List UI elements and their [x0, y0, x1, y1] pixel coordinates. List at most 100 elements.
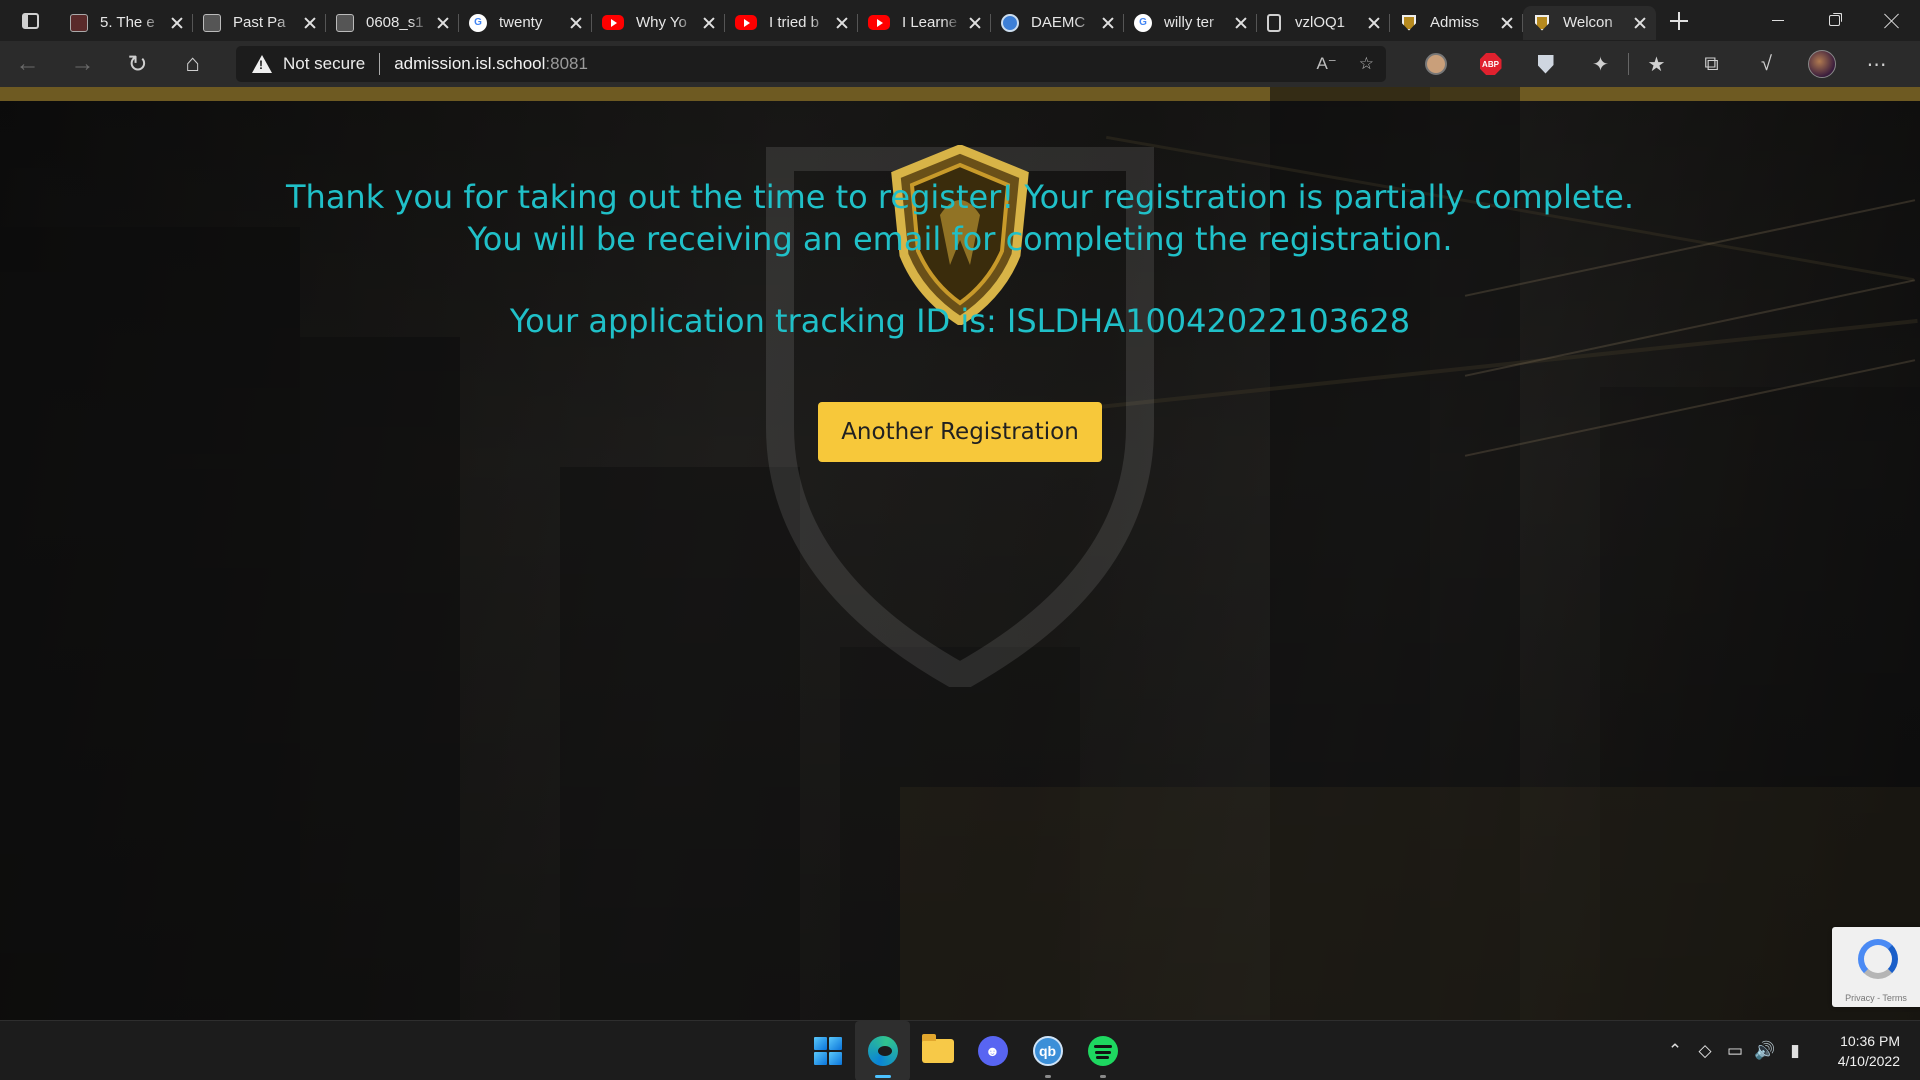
battery-button[interactable]: ▮ [1780, 1021, 1810, 1080]
home-button[interactable]: ⌂ [165, 41, 220, 87]
tab[interactable]: Why Yo [592, 6, 725, 40]
network-icon: ▭ [1726, 1041, 1744, 1060]
youtube-icon [735, 15, 757, 30]
tracking-id-text: Your application tracking ID is: ISLDHA1… [509, 302, 1411, 340]
tab[interactable]: Admiss [1390, 6, 1523, 40]
tab-close-icon[interactable] [1233, 15, 1249, 31]
adblock-icon: ABP [1479, 53, 1502, 75]
taskbar-file-explorer[interactable] [910, 1021, 965, 1080]
another-registration-button[interactable]: Another Registration [818, 402, 1102, 462]
youtube-icon [868, 15, 890, 30]
address-bar[interactable]: Not secure admission.isl.school:8081 A⁻ … [236, 46, 1386, 82]
page-content: Thank you for taking out the time to reg… [0, 87, 1920, 1020]
warning-icon [252, 55, 272, 73]
add-favorite-icon[interactable]: ☆ [1359, 54, 1374, 74]
tab[interactable]: Past Pa [193, 6, 326, 40]
tab-active[interactable]: Welcon [1523, 5, 1656, 40]
tab[interactable]: 0608_s1 [326, 6, 459, 40]
volume-button[interactable]: 🔊 [1750, 1021, 1780, 1080]
security-label[interactable]: Not secure [283, 54, 365, 74]
tab-close-icon[interactable] [967, 15, 983, 31]
read-aloud-icon[interactable]: A⁻ [1316, 54, 1336, 74]
tab-actions-icon [21, 12, 39, 29]
refresh-icon: ↻ [127, 50, 148, 78]
avatar [1807, 50, 1836, 78]
tab-close-icon[interactable] [568, 15, 584, 31]
profile-button[interactable] [1794, 41, 1849, 87]
math-solver-button[interactable]: √ [1739, 41, 1794, 87]
tab-close-icon[interactable] [1366, 15, 1382, 31]
tab-close-icon[interactable] [1632, 15, 1648, 31]
collections-button[interactable]: ⧉ [1684, 41, 1739, 87]
tab-title: 0608_s1 [366, 14, 424, 31]
tab-title: DAEMC [1031, 14, 1086, 31]
new-tab-button[interactable] [1656, 0, 1702, 41]
url-port: :8081 [545, 54, 588, 73]
taskbar-spotify[interactable] [1075, 1021, 1130, 1080]
recaptcha-badge[interactable]: Privacy - Terms [1832, 927, 1920, 1007]
google-icon: G [1134, 13, 1152, 32]
tab-actions-button[interactable] [0, 0, 60, 41]
tab[interactable]: I tried b [725, 6, 858, 40]
tab-close-icon[interactable] [1499, 15, 1515, 31]
confirmation-line-2: You will be receiving an email for compl… [467, 220, 1453, 258]
tab-close-icon[interactable] [435, 15, 451, 31]
tab-close-icon[interactable] [169, 15, 185, 31]
system-tray: ⌃ ◇ ▭ 🔊 ▮ 10:36 PM 4/10/2022 [1660, 1021, 1920, 1080]
address-bar-actions: A⁻ ☆ [1316, 46, 1374, 82]
taskbar-discord[interactable]: ☻ [965, 1021, 1020, 1080]
tab[interactable]: vzlOQ1 [1257, 6, 1390, 40]
tab-title: vzlOQ1 [1295, 14, 1346, 31]
tray-app-button[interactable]: ◇ [1690, 1021, 1720, 1080]
window-controls [1749, 0, 1920, 41]
collections-icon: ⧉ [1704, 52, 1719, 75]
extensions-button[interactable]: ✦ [1573, 41, 1628, 87]
tab[interactable]: G twenty [459, 6, 592, 40]
show-hidden-icons-button[interactable]: ⌃ [1660, 1021, 1690, 1080]
google-icon: G [469, 13, 487, 32]
extension-face-icon [1424, 53, 1447, 75]
network-button[interactable]: ▭ [1720, 1021, 1750, 1080]
tab[interactable]: I Learne [858, 6, 991, 40]
tab-close-icon[interactable] [834, 15, 850, 31]
restore-icon [1829, 15, 1840, 26]
youtube-icon [602, 15, 624, 30]
settings-menu-button[interactable]: ⋯ [1849, 41, 1904, 87]
tab[interactable]: G willy ter [1124, 6, 1257, 40]
start-button[interactable] [800, 1021, 855, 1080]
document-icon [336, 13, 354, 32]
clock[interactable]: 10:36 PM 4/10/2022 [1810, 1031, 1920, 1071]
tab-close-icon[interactable] [701, 15, 717, 31]
favorites-button[interactable]: ★ [1629, 41, 1684, 87]
tab-title: Welcon [1563, 14, 1613, 31]
home-icon: ⌂ [185, 50, 200, 77]
recaptcha-terms-link[interactable]: Privacy - Terms [1832, 993, 1920, 1003]
taskbar-qbittorrent[interactable]: qb [1020, 1021, 1075, 1080]
recaptcha-icon [1858, 939, 1898, 979]
back-button[interactable]: ← [0, 41, 55, 87]
taskbar: ☻ qb ⌃ ◇ ▭ 🔊 ▮ 10:36 PM 4/10/2022 [0, 1020, 1920, 1080]
extension-button[interactable] [1408, 41, 1463, 87]
tab[interactable]: DAEMC [991, 6, 1124, 40]
shield-extension-button[interactable] [1518, 41, 1573, 87]
battery-icon: ▮ [1790, 1041, 1800, 1060]
forward-button[interactable]: → [55, 41, 110, 87]
close-window-button[interactable] [1863, 0, 1920, 41]
restore-button[interactable] [1806, 0, 1863, 41]
url-host: admission.isl.school [394, 54, 546, 73]
more-icon: ⋯ [1866, 53, 1887, 76]
minimize-button[interactable] [1749, 0, 1806, 41]
file-icon [1267, 13, 1281, 32]
refresh-button[interactable]: ↻ [110, 41, 165, 87]
adblock-button[interactable]: ABP [1463, 41, 1518, 87]
clock-date: 4/10/2022 [1837, 1053, 1900, 1069]
taskbar-edge[interactable] [855, 1021, 910, 1080]
tab-title: Past Pa [233, 14, 286, 31]
tab[interactable]: 5. The e [60, 6, 193, 40]
diamond-icon: ◇ [1698, 1041, 1712, 1060]
math-solver-icon: √ [1761, 52, 1772, 75]
tab-close-icon[interactable] [1100, 15, 1116, 31]
school-shield-icon [1400, 14, 1418, 32]
tab-close-icon[interactable] [302, 15, 318, 31]
spotify-icon [1087, 1036, 1118, 1066]
